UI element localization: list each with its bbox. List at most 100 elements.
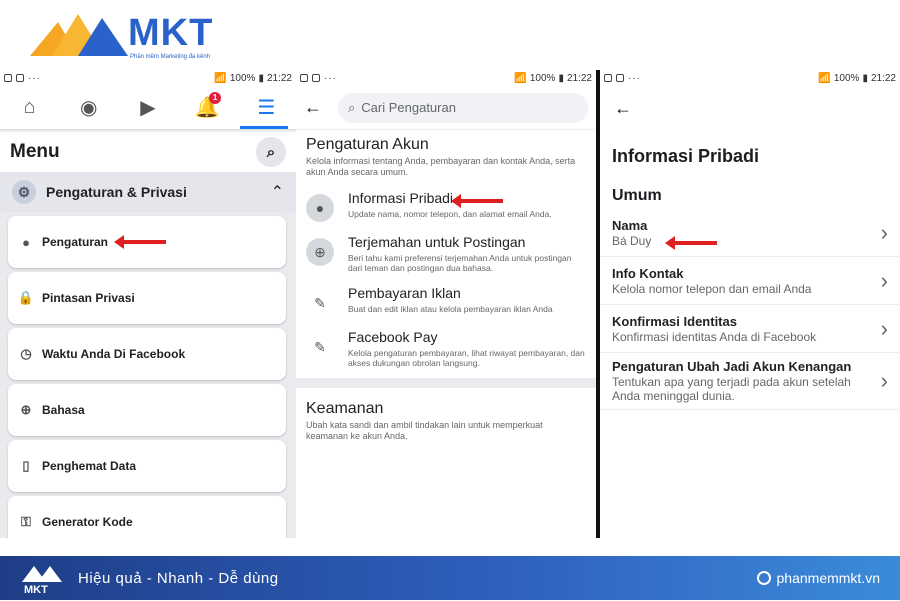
info-row-nama[interactable]: Nama Bá Duy › — [600, 209, 900, 257]
menu-item-label: Bahasa — [42, 403, 85, 417]
battery-icon: ▮ — [258, 72, 264, 84]
menu-item-generator-kode[interactable]: ⚿ Generator Kode — [8, 496, 286, 538]
battery-level: 100% — [833, 72, 860, 84]
search-icon: ⌕ — [348, 99, 356, 115]
notification-icon — [604, 74, 612, 82]
row-subtitle: Tentukan apa yang terjadi pada akun sete… — [612, 375, 851, 403]
section-subtitle: Umum — [612, 187, 662, 204]
menu-item-waktu[interactable]: ◷ Waktu Anda Di Facebook — [8, 328, 286, 380]
security-heading: Keamanan — [306, 400, 384, 417]
section-description: Kelola informasi tentang Anda, pembayara… — [306, 156, 576, 177]
brand-tagline: Phần mềm Marketing đa kênh — [130, 54, 211, 60]
image-icon — [616, 74, 624, 82]
clock-icon: ◷ — [20, 346, 32, 361]
menu-icon[interactable]: ☰ — [252, 94, 280, 122]
menu-item-bahasa[interactable]: ⊕ Bahasa — [8, 384, 286, 436]
battery-level: 100% — [229, 72, 256, 84]
search-icon[interactable]: ⌕ — [256, 137, 286, 167]
menu-item-label: Pengaturan — [42, 235, 109, 249]
menu-item-label: Penghemat Data — [42, 459, 137, 473]
clock-time: 21:22 — [870, 72, 896, 84]
footer-website[interactable]: phanmemmkt.vn — [756, 570, 880, 586]
search-input[interactable]: ⌕ Cari Pengaturan — [338, 92, 588, 123]
globe-icon — [756, 571, 771, 585]
info-row-identitas[interactable]: Konfirmasi Identitas Konfirmasi identitas… — [600, 305, 900, 353]
chevron-right-icon: › — [880, 368, 888, 393]
status-bar: ··· 📶 100% ▮ 21:22 — [0, 70, 296, 86]
menu-panel: ⌂ ◉ ▶ 🔔 1 ☰ Menu ⌕ ⚙ Pengaturan & Privasi … — [0, 86, 296, 538]
personal-info-panel: ← Informasi Pribadi Umum Nama Bá Duy › In… — [600, 86, 900, 538]
item-subtitle: Update nama, nomor telepon, dan alamat e… — [348, 209, 552, 219]
menu-item-penghemat-data[interactable]: ▯ Penghemat Data — [8, 440, 286, 492]
red-arrow-annotation — [451, 194, 504, 208]
menu-item-pengaturan[interactable]: ● Pengaturan — [8, 216, 286, 268]
notification-icon — [4, 74, 12, 82]
clock-time: 21:22 — [566, 72, 592, 84]
lock-icon: 🔒 — [17, 290, 35, 305]
item-subtitle: Buat dan edit iklan atau kelola pembayar… — [348, 304, 553, 314]
item-subtitle: Beri tahu kami preferensi terjemahan And… — [348, 253, 572, 273]
logo-mountains-icon — [30, 14, 128, 56]
settings-item-pembayaran-iklan[interactable]: ✎ Pembayaran Iklan Buat dan edit iklan at… — [296, 279, 596, 323]
search-placeholder: Cari Pengaturan — [361, 100, 456, 115]
row-subtitle: Kelola nomor telepon dan email Anda — [612, 281, 812, 296]
chevron-up-icon: ⌃ — [270, 184, 284, 201]
signal-icon: 📶 — [214, 72, 227, 84]
menu-header: Menu ⌕ — [0, 132, 296, 172]
tab-bar: ⌂ ◉ ▶ 🔔 1 ☰ — [0, 86, 296, 130]
settings-privacy-section[interactable]: ⚙ Pengaturan & Privasi ⌃ — [0, 172, 296, 212]
image-icon — [312, 74, 320, 82]
row-subtitle: Bá Duy — [612, 233, 652, 248]
website-label: phanmemmkt.vn — [776, 570, 880, 586]
key-icon: ⚿ — [21, 514, 31, 529]
globe-icon: ⊕ — [306, 238, 334, 266]
menu-title: Menu — [10, 141, 60, 162]
page-title: Informasi Pribadi — [612, 146, 760, 166]
item-title: Terjemahan untuk Postingan — [348, 234, 526, 250]
info-row-kenangan[interactable]: Pengaturan Ubah Jadi Akun Kenangan Tentuk… — [600, 353, 900, 410]
signal-icon: 📶 — [514, 72, 527, 84]
settings-panel: ← ⌕ Cari Pengaturan Pengaturan Akun Kelol… — [296, 86, 596, 538]
settings-item-terjemahan[interactable]: ⊕ Terjemahan untuk Postingan Beri tahu ka… — [296, 228, 596, 279]
settings-topbar: ← ⌕ Cari Pengaturan — [296, 86, 596, 130]
clock-time: 21:22 — [266, 72, 292, 84]
security-description: Ubah kata sandi dan ambil tindakan lain … — [306, 420, 543, 441]
chevron-right-icon: › — [880, 267, 888, 293]
home-icon[interactable]: ⌂ — [16, 94, 44, 122]
gear-icon: ⚙ — [12, 180, 36, 204]
user-icon: ● — [306, 194, 334, 222]
status-bar: ··· 📶 100% ▮ 21:22 — [600, 70, 900, 86]
footer-logo: MKT — [20, 560, 64, 596]
row-title: Pengaturan Ubah Jadi Akun Kenangan — [612, 359, 852, 374]
watch-icon[interactable]: ▶ — [134, 94, 162, 122]
groups-icon[interactable]: ◉ — [75, 94, 103, 122]
settings-item-informasi-pribadi[interactable]: ● Informasi Pribadi Update nama, nomor te… — [296, 184, 596, 228]
back-arrow-icon[interactable]: ← — [614, 98, 632, 119]
brand-name: MKT — [128, 12, 214, 54]
menu-item-label: Pintasan Privasi — [42, 291, 135, 305]
footer-banner: MKT Hiệu quả - Nhanh - Dễ dùng phanmemmk… — [0, 556, 900, 600]
divider — [296, 378, 596, 388]
active-tab-indicator — [240, 126, 288, 129]
info-row-kontak[interactable]: Info Kontak Kelola nomor telepon dan emai… — [600, 257, 900, 305]
menu-item-pintasan-privasi[interactable]: 🔒 Pintasan Privasi — [8, 272, 286, 324]
signal-icon: 📶 — [818, 72, 831, 84]
user-icon: ● — [22, 234, 30, 250]
tag-icon: ✎ — [314, 294, 326, 311]
bell-icon[interactable]: 🔔 1 — [193, 91, 222, 122]
item-title: Informasi Pribadi — [348, 190, 454, 206]
tag-icon: ✎ — [314, 338, 326, 355]
row-title: Konfirmasi Identitas — [612, 313, 737, 329]
menu-item-label: Generator Kode — [42, 515, 133, 529]
battery-level: 100% — [529, 72, 556, 84]
battery-icon: ▮ — [558, 72, 564, 84]
globe-icon: ⊕ — [20, 402, 32, 417]
settings-item-facebook-pay[interactable]: ✎ Facebook Pay Kelola pengaturan pembayar… — [296, 323, 596, 374]
item-title: Facebook Pay — [348, 329, 438, 345]
back-arrow-icon[interactable]: ← — [304, 97, 322, 118]
chevron-right-icon: › — [880, 315, 888, 341]
footer-logo-text: MKT — [24, 584, 48, 596]
footer-slogan: Hiệu quả - Nhanh - Dễ dùng — [78, 569, 279, 587]
row-title: Nama — [612, 217, 648, 233]
phone-icon: ▯ — [22, 458, 30, 473]
